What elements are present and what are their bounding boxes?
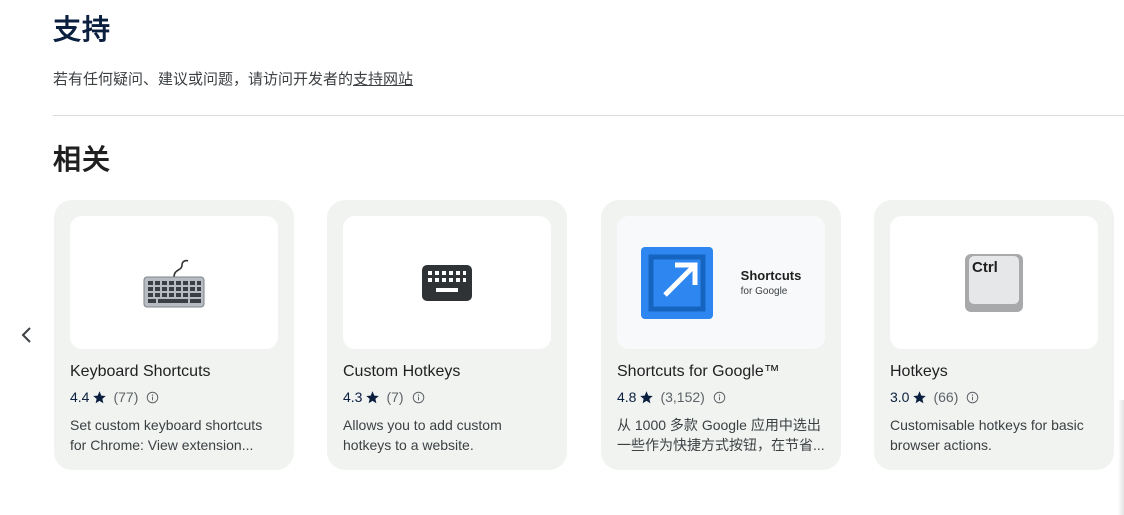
keyboard-icon <box>422 264 472 301</box>
scroll-shadow <box>1118 400 1124 515</box>
star-icon <box>366 390 380 403</box>
logo-main-text: Shortcuts <box>740 268 802 283</box>
card-title: Shortcuts for Google™ <box>617 363 780 380</box>
star-icon <box>93 390 107 403</box>
card-description: 从 1000 多款 Google 应用中选出一些作为快捷方式按钮，在节省... <box>617 417 825 453</box>
carousel-prev-button[interactable] <box>14 322 38 348</box>
card-description: Set custom keyboard shortcuts for Chrome… <box>70 417 263 453</box>
rating-value: 4.3 <box>343 389 363 405</box>
card-thumbnail: Ctrl <box>890 216 1098 349</box>
support-site-link[interactable]: 支持网站 <box>353 71 413 88</box>
card-rating: 4.3 (7) <box>343 389 425 405</box>
info-icon[interactable] <box>412 391 425 404</box>
external-link-icon <box>640 246 713 319</box>
support-heading: 支持 <box>53 14 112 45</box>
related-card-keyboard-shortcuts[interactable]: Keyboard Shortcuts 4.4 (77) Set custom k… <box>54 200 294 470</box>
info-icon[interactable] <box>713 391 726 404</box>
rating-value: 3.0 <box>890 389 910 405</box>
related-card-shortcuts-for-google[interactable]: Shortcuts for Google Shortcuts for Googl… <box>601 200 841 470</box>
rating-value: 4.4 <box>70 389 90 405</box>
ctrl-key-icon: Ctrl <box>964 253 1024 313</box>
support-text: 若有任何疑问、建议或问题，请访问开发者的 <box>53 71 354 88</box>
card-title: Custom Hotkeys <box>343 363 461 380</box>
star-icon <box>913 390 927 403</box>
rating-value: 4.8 <box>617 389 637 405</box>
rating-count: (66) <box>933 389 959 405</box>
related-card-custom-hotkeys[interactable]: Custom Hotkeys 4.3 (7) Allows you to add… <box>327 200 567 470</box>
card-description: Customisable hotkeys for basic browser a… <box>890 417 1084 453</box>
card-thumbnail <box>70 216 278 349</box>
card-title: Keyboard Shortcuts <box>70 363 211 380</box>
section-divider <box>53 115 1124 116</box>
info-icon[interactable] <box>146 391 159 404</box>
support-description: 若有任何疑问、建议或问题，请访问开发者的支持网站 <box>53 68 413 89</box>
card-rating: 4.4 (77) <box>70 389 159 405</box>
card-rating: 3.0 (66) <box>890 389 979 405</box>
shortcuts-for-google-logo: Shortcuts for Google <box>640 246 802 319</box>
rating-count: (7) <box>386 389 404 405</box>
ctrl-key-label: Ctrl <box>972 258 998 276</box>
card-description: Allows you to add custom hotkeys to a we… <box>343 417 502 453</box>
card-thumbnail: Shortcuts for Google <box>617 216 825 349</box>
related-heading: 相关 <box>53 144 112 175</box>
chevron-left-icon <box>21 327 31 343</box>
related-card-hotkeys[interactable]: Ctrl Hotkeys 3.0 (66) Customisable hotke… <box>874 200 1114 470</box>
rating-count: (3,152) <box>660 389 705 405</box>
card-title: Hotkeys <box>890 363 948 380</box>
info-icon[interactable] <box>966 391 979 404</box>
card-thumbnail <box>343 216 551 349</box>
star-icon <box>640 390 654 403</box>
rating-count: (77) <box>113 389 139 405</box>
keyboard-icon <box>143 259 205 307</box>
card-rating: 4.8 (3,152) <box>617 389 726 405</box>
logo-sub-text: for Google <box>740 286 788 297</box>
